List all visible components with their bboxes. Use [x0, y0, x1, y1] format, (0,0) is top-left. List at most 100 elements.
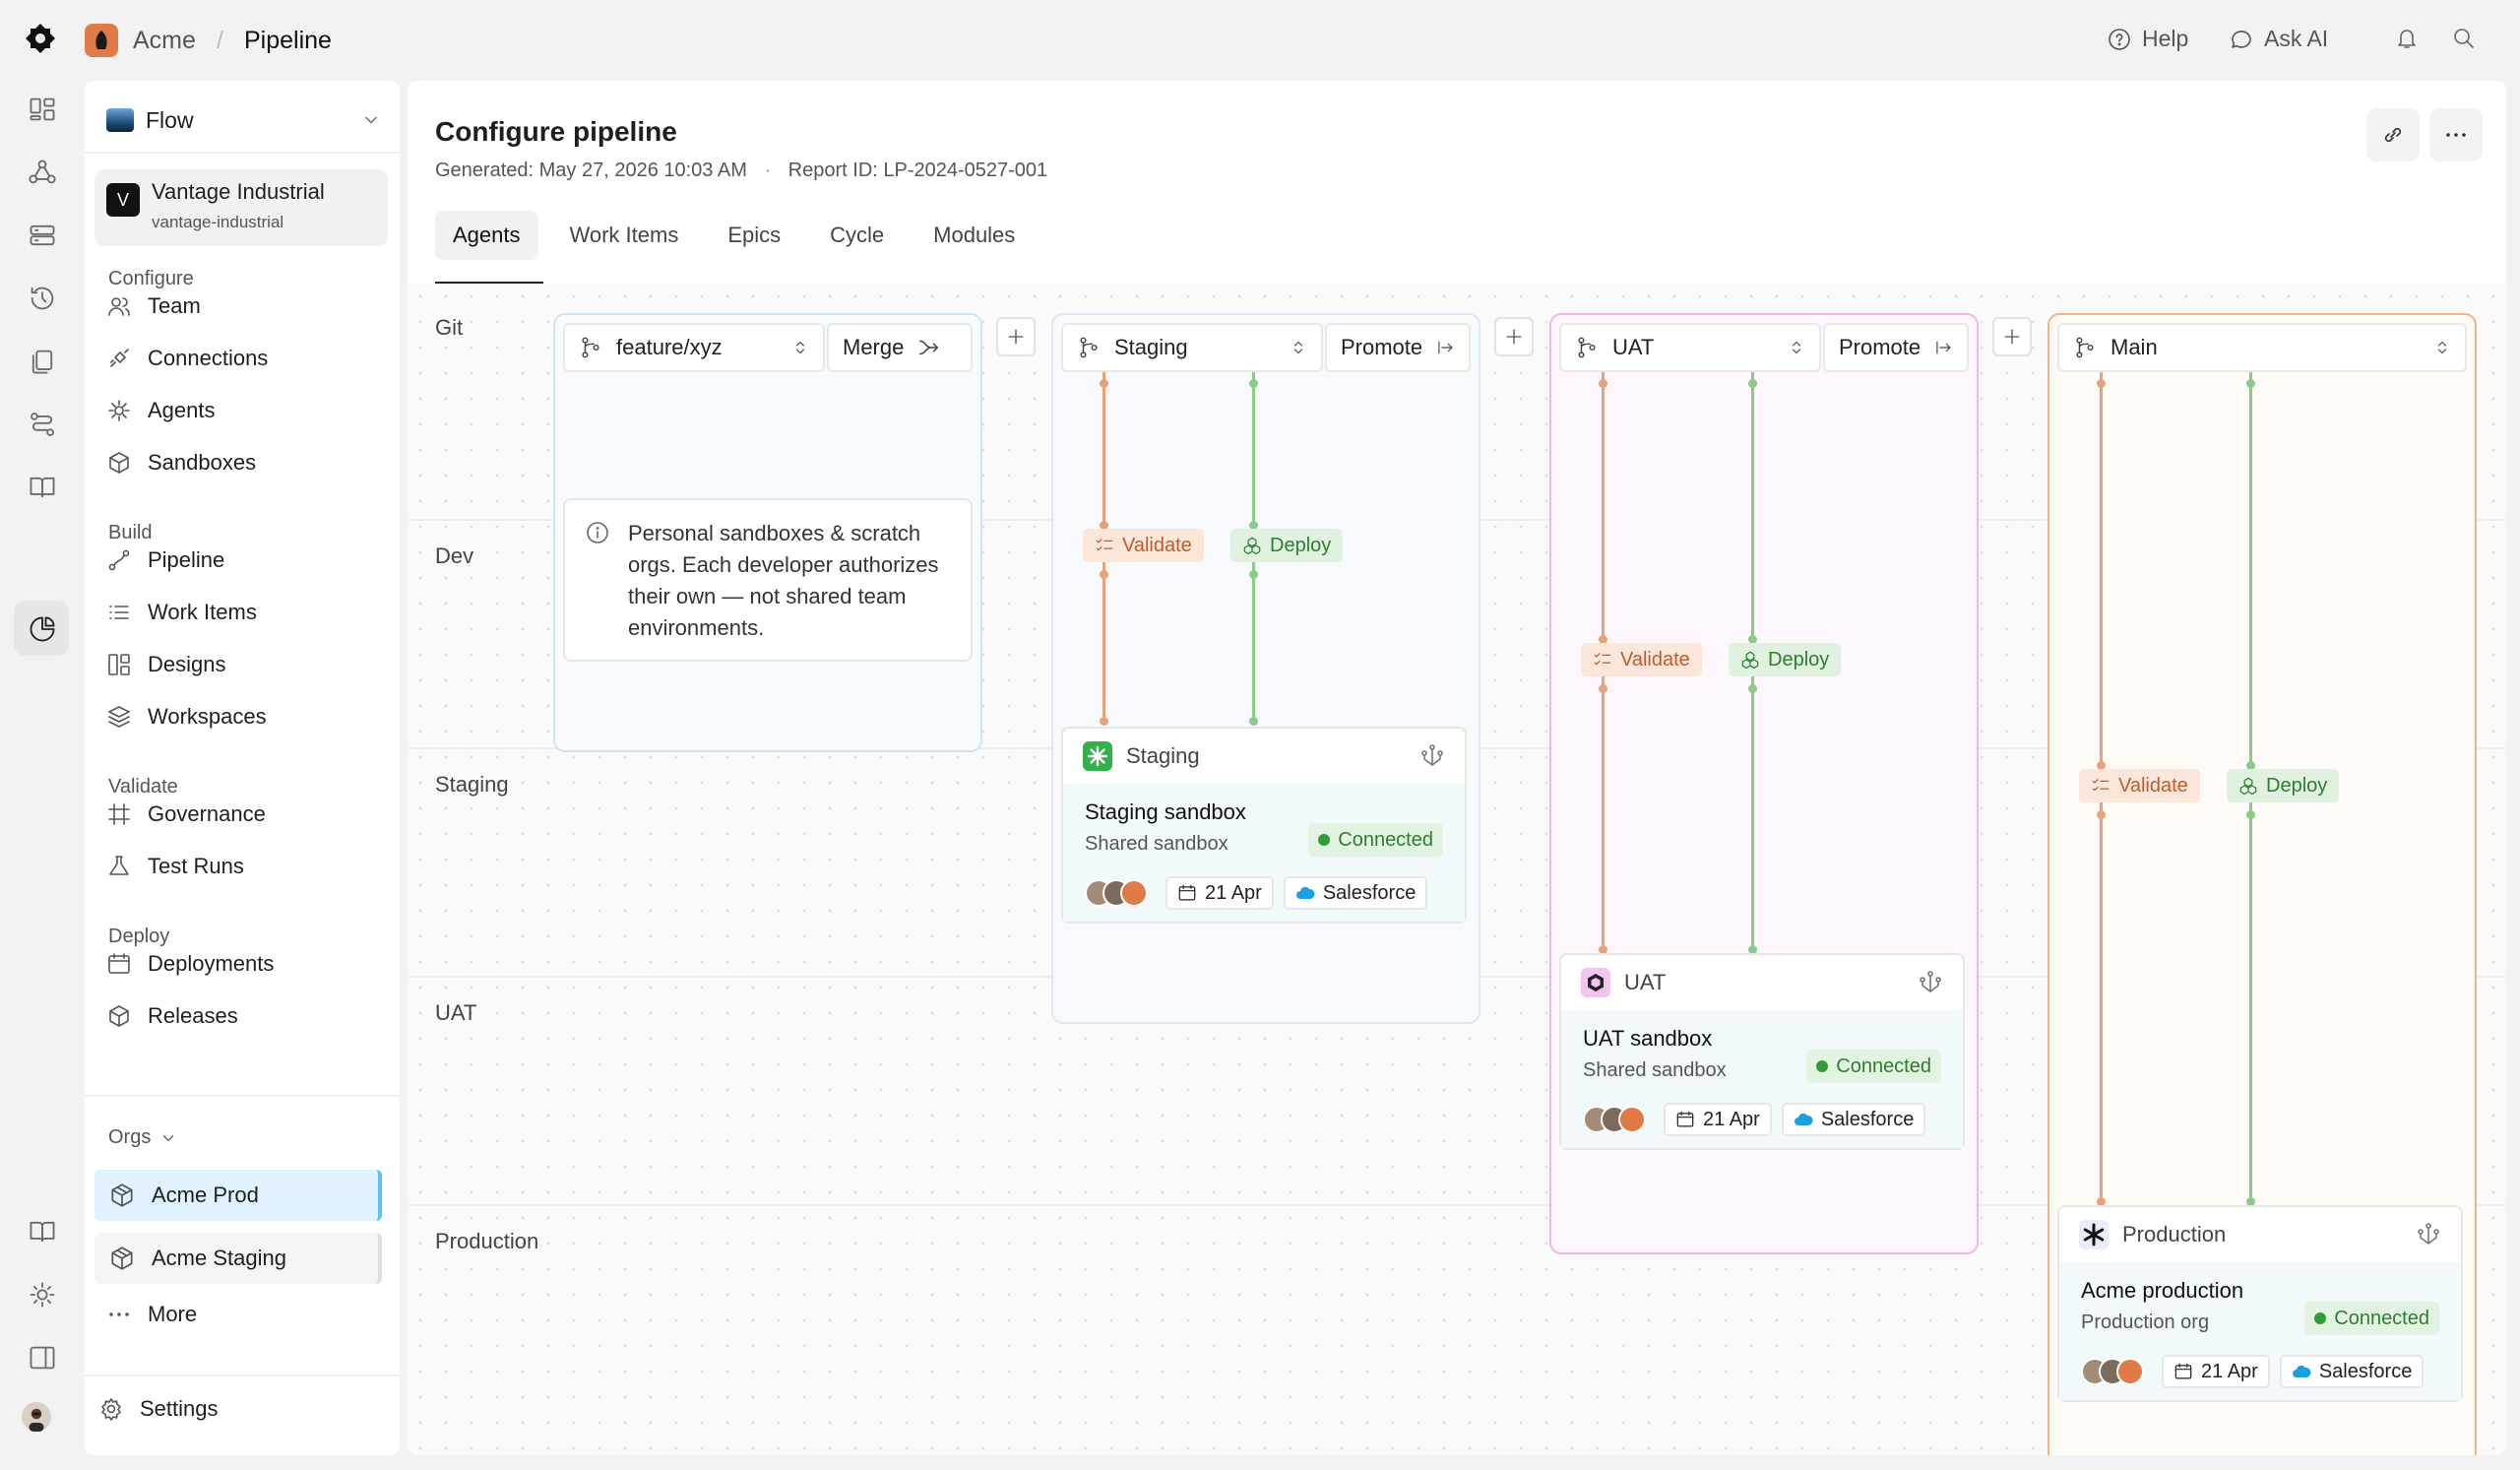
branch-select-main[interactable]: Main — [2057, 323, 2467, 372]
nav-pipeline[interactable]: Pipeline — [106, 547, 224, 573]
ask-ai-button[interactable]: Ask AI — [2229, 26, 2328, 52]
agents-tree-icon[interactable] — [1419, 743, 1445, 769]
orgs-toggle[interactable]: Orgs — [108, 1126, 178, 1149]
nav-sandboxes[interactable]: Sandboxes — [106, 450, 256, 476]
deploy-chip[interactable]: Deploy — [2227, 769, 2340, 802]
nav-pipeline-label: Pipeline — [148, 547, 225, 572]
workspace-avatar[interactable] — [85, 24, 118, 57]
env-type: Shared sandbox — [1085, 833, 1228, 855]
promote-label: Promote — [1341, 335, 1423, 359]
app-logo-icon[interactable] — [24, 22, 57, 55]
dashboard-icon[interactable] — [28, 95, 57, 124]
nav-test-runs[interactable]: Test Runs — [106, 854, 244, 879]
env-card-header: Production — [2059, 1207, 2461, 1262]
date-chip: 21 Apr — [1166, 876, 1274, 910]
routes-icon[interactable] — [28, 410, 57, 439]
user-avatar[interactable] — [22, 1402, 61, 1441]
deploy-chip[interactable]: Deploy — [1230, 529, 1344, 562]
more-button[interactable]: More — [106, 1302, 197, 1327]
merge-button[interactable]: Merge — [827, 323, 973, 372]
branch-select-feature[interactable]: feature/xyz — [563, 323, 825, 372]
validate-chip[interactable]: Validate — [2079, 769, 2200, 802]
server-icon[interactable] — [28, 221, 57, 250]
nav-agents[interactable]: Agents — [106, 398, 216, 423]
nav-governance[interactable]: Governance — [106, 801, 266, 827]
chevron-updown-icon — [1293, 341, 1303, 354]
deploy-chip[interactable]: Deploy — [1729, 643, 1842, 676]
org-switcher[interactable]: V Vantage Industrial vantage-industrial — [94, 169, 388, 246]
calendar-box-icon — [108, 953, 130, 974]
history-icon[interactable] — [28, 284, 57, 313]
agents-tree-icon[interactable] — [1918, 970, 1943, 995]
dev-info-card: Personal sandboxes & scratch orgs. Each … — [563, 498, 973, 662]
copy-icon[interactable] — [28, 347, 57, 376]
env-card-body: Acme production Production org Connected… — [2059, 1262, 2461, 1400]
team-graph-icon[interactable] — [28, 158, 57, 187]
divider — [85, 1095, 400, 1097]
add-stage-button[interactable] — [1992, 317, 2032, 356]
add-stage-button[interactable] — [1494, 317, 1534, 356]
nav-deployments[interactable]: Deployments — [106, 951, 274, 977]
branch-label: UAT — [1612, 335, 1655, 359]
promote-button-uat[interactable]: Promote — [1823, 323, 1969, 372]
agents-tree-icon[interactable] — [2416, 1222, 2441, 1247]
validate-label: Validate — [2118, 774, 2188, 797]
tab-cycle[interactable]: Cycle — [812, 211, 902, 260]
salesforce-cloud-icon — [2292, 1365, 2311, 1377]
ellipsis-icon — [109, 1312, 129, 1316]
section-deploy: Deploy — [108, 926, 170, 947]
gear-icon — [101, 1398, 121, 1421]
nav-agents-label: Agents — [148, 398, 216, 422]
track-node — [1100, 379, 1108, 388]
branch-label: Main — [2110, 335, 2158, 359]
org-initial: V — [106, 183, 140, 217]
env-card-staging[interactable]: Staging Staging sandbox Shared sandbox C… — [1061, 727, 1467, 924]
nav-connections[interactable]: Connections — [106, 346, 268, 371]
search-button[interactable] — [2451, 26, 2477, 51]
tab-work-items[interactable]: Work Items — [552, 211, 697, 260]
settings-label: Settings — [140, 1396, 219, 1421]
analytics-icon[interactable] — [28, 614, 57, 644]
nav-workspaces[interactable]: Workspaces — [106, 704, 267, 730]
add-stage-button[interactable] — [996, 317, 1036, 356]
nav-work-items[interactable]: Work Items — [106, 600, 257, 625]
panel-icon[interactable] — [28, 1343, 57, 1373]
flow-selector[interactable]: Flow — [106, 100, 382, 140]
validate-chip[interactable]: Validate — [1581, 643, 1702, 676]
breadcrumb-workspace[interactable]: Acme — [133, 27, 196, 55]
book-icon[interactable] — [28, 473, 57, 502]
chevron-updown-icon — [2437, 341, 2447, 354]
settings-button[interactable]: Settings — [98, 1396, 219, 1422]
tab-modules[interactable]: Modules — [915, 211, 1033, 260]
branch-label: Staging — [1114, 335, 1188, 359]
nav-designs[interactable]: Designs — [106, 652, 225, 677]
validate-chip[interactable]: Validate — [1083, 529, 1204, 562]
branch-select-staging[interactable]: Staging — [1061, 323, 1323, 372]
org-item-acme-prod[interactable]: Acme Prod — [94, 1170, 382, 1221]
calendar-icon — [2174, 1363, 2192, 1379]
promote-label: Promote — [1839, 335, 1922, 359]
env-card-uat[interactable]: UAT UAT sandbox Shared sandbox Connected… — [1559, 953, 1965, 1150]
track-node — [1249, 570, 1258, 579]
branch-select-uat[interactable]: UAT — [1559, 323, 1821, 372]
nav-team[interactable]: Team — [106, 293, 201, 319]
help-label: Help — [2142, 26, 2189, 51]
tab-agents[interactable]: Agents — [435, 211, 538, 260]
docs-icon[interactable] — [28, 1217, 57, 1246]
nav-releases[interactable]: Releases — [106, 1003, 238, 1029]
help-button[interactable]: Help — [2107, 26, 2188, 52]
arrow-right-bar-icon — [1936, 341, 1951, 354]
tab-epics[interactable]: Epics — [710, 211, 798, 260]
date-label: 21 Apr — [1205, 881, 1262, 904]
org-item-acme-staging[interactable]: Acme Staging — [94, 1233, 382, 1284]
sun-icon[interactable] — [28, 1280, 57, 1310]
notifications-button[interactable] — [2394, 26, 2420, 51]
row-label-production: Production — [435, 1229, 539, 1253]
env-card-production[interactable]: Production Acme production Production or… — [2057, 1205, 2463, 1402]
promote-button-staging[interactable]: Promote — [1325, 323, 1471, 372]
git-branch-icon — [1578, 337, 1596, 358]
more-actions-button[interactable] — [2429, 108, 2483, 161]
status-label: Connected — [2334, 1307, 2429, 1329]
link-button[interactable] — [2366, 108, 2420, 161]
deploy-label: Deploy — [1768, 648, 1830, 671]
